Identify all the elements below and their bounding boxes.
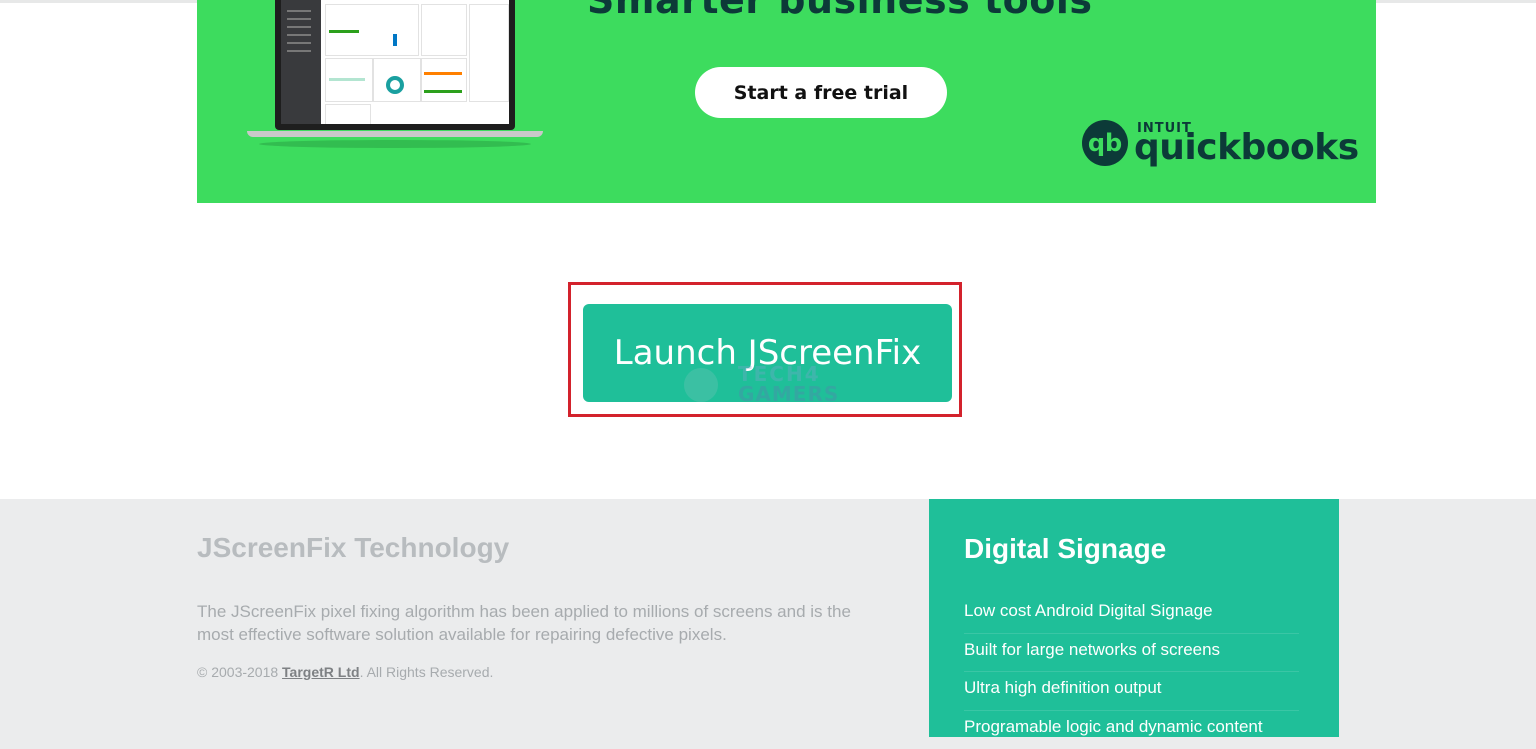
quickbooks-logo[interactable]: qb INTUIT quickbooks <box>1082 118 1359 176</box>
signage-item: Ultra high definition output <box>964 672 1299 711</box>
launch-jscreenfix-button[interactable]: Launch JScreenFix <box>583 304 952 402</box>
signage-item: Built for large networks of screens <box>964 634 1299 672</box>
signage-item: Programable logic and dynamic content <box>964 716 1263 736</box>
digital-signage-panel: Digital Signage Low cost Android Digital… <box>929 499 1339 737</box>
ad-headline: Smarter business tools <box>587 0 1093 22</box>
laptop-illustration <box>247 0 547 160</box>
copyright-suffix: . All Rights Reserved. <box>359 664 494 680</box>
quickbooks-logo-icon: qb <box>1082 120 1128 166</box>
footer-title: JScreenFix Technology <box>197 532 510 563</box>
quickbooks-wordmark: quickbooks <box>1134 127 1359 168</box>
signage-item: Low cost Android Digital Signage <box>964 595 1299 634</box>
footer-description: The JScreenFix pixel fixing algorithm ha… <box>197 602 851 644</box>
footer-copyright: © 2003-2018 TargetR Ltd. All Rights Rese… <box>197 664 493 680</box>
signage-list: Low cost Android Digital Signage Built f… <box>964 595 1299 749</box>
copyright-prefix: © 2003-2018 <box>197 664 283 680</box>
start-free-trial-button[interactable]: Start a free trial <box>695 67 947 118</box>
signage-title: Digital Signage <box>964 533 1167 564</box>
targetr-link[interactable]: TargetR Ltd <box>282 664 360 680</box>
quickbooks-ad-banner[interactable]: Smarter business tools Start a free tria… <box>197 0 1376 203</box>
page-footer: JScreenFix Technology The JScreenFix pix… <box>0 499 1536 749</box>
